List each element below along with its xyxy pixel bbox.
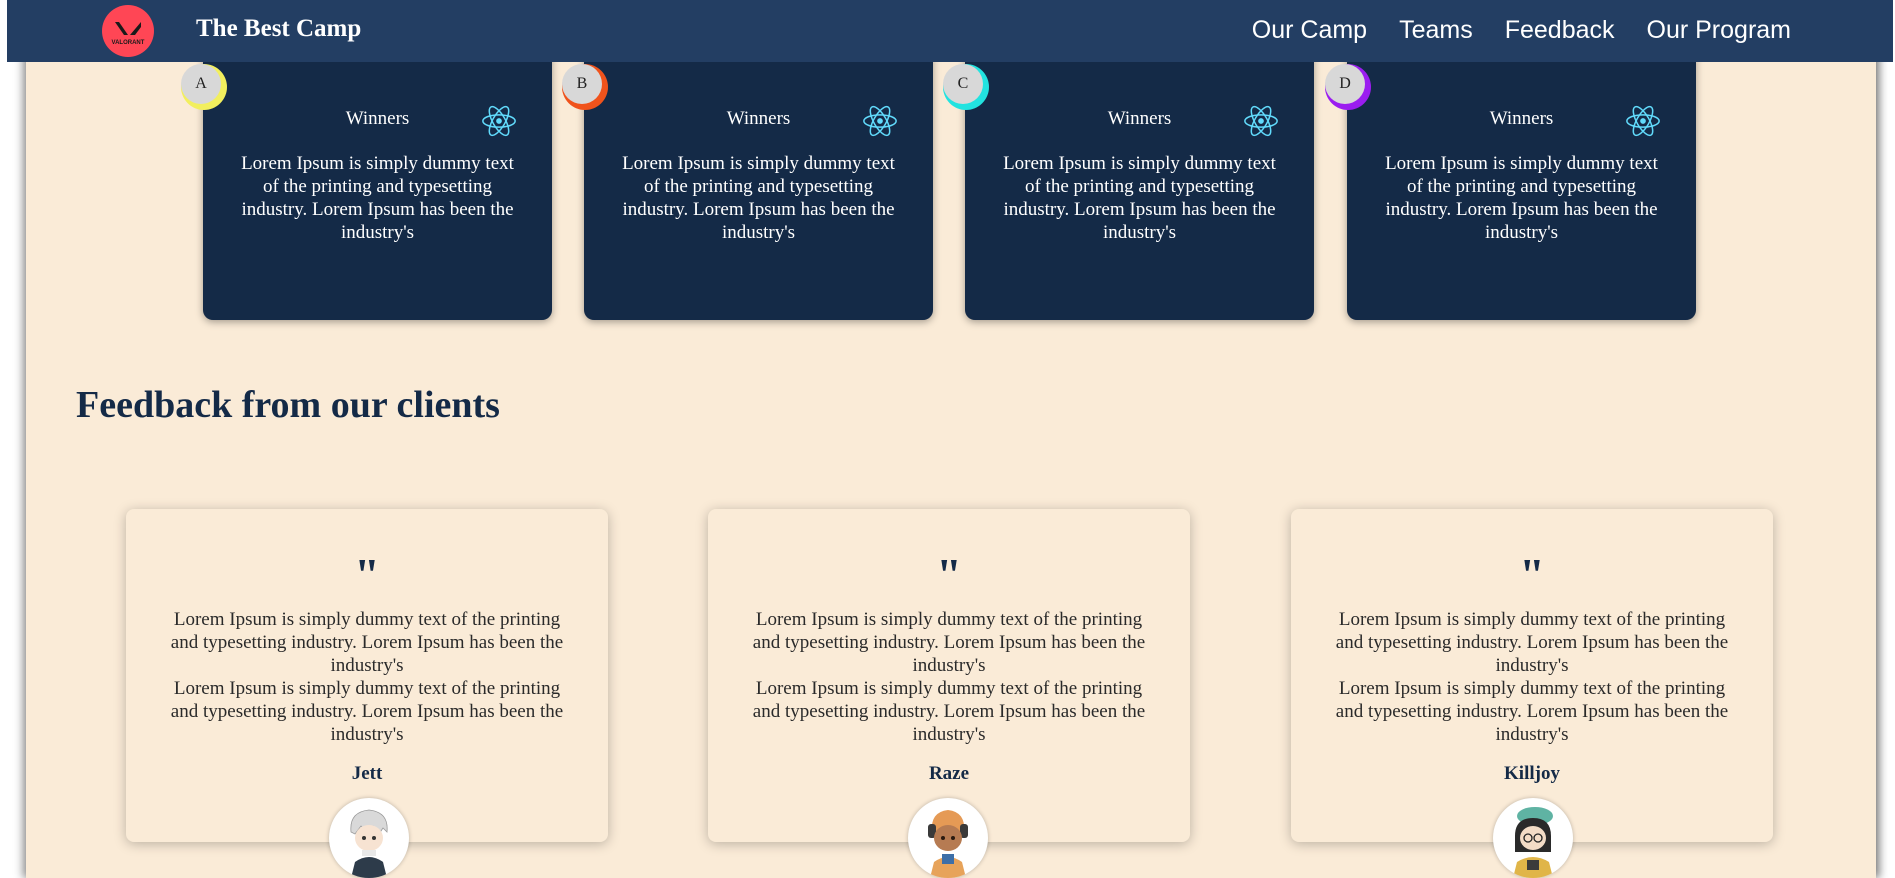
valorant-logo[interactable]: VALORANT [102,5,154,57]
team-card-a: A Winners Lorem Ipsum is simply dummy te… [181,52,552,320]
team-description: Lorem Ipsum is simply dummy text of the … [241,153,514,243]
team-badge: A [181,64,227,110]
team-badge-letter: A [181,64,221,104]
avatar-killjoy [1493,798,1573,878]
react-atom-icon [863,105,897,137]
nav-link-feedback[interactable]: Feedback [1505,16,1615,45]
feedback-section-title: Feedback from our clients [76,384,500,426]
quote-icon: " [1519,549,1545,600]
avatar-jett [329,798,409,878]
team-badge-letter: B [562,64,602,104]
team-badge: C [943,64,989,110]
client-name: Killjoy [1504,763,1560,784]
client-name: Jett [351,763,383,784]
react-atom-icon [1244,105,1278,137]
react-atom-icon [1626,105,1660,137]
team-description: Lorem Ipsum is simply dummy text of the … [1385,153,1658,243]
brand-title[interactable]: The Best Camp [196,15,361,43]
feedback-text: Lorem Ipsum is simply dummy text of the … [170,609,564,745]
quote-icon: " [354,549,380,600]
react-atom-icon [482,105,516,137]
quote-icon: " [936,549,962,600]
feedback-text: Lorem Ipsum is simply dummy text of the … [1335,609,1729,745]
team-badge-letter: D [1325,64,1365,104]
avatar-raze [908,798,988,878]
client-name: Raze [928,763,970,784]
team-badge-letter: C [943,64,983,104]
team-badge: D [1325,64,1371,110]
team-card-d: D Winners Lorem Ipsum is simply dummy te… [1325,52,1696,320]
team-badge: B [562,64,608,110]
nav-links: Our Camp Teams Feedback Our Program [1252,16,1791,45]
nav-link-teams[interactable]: Teams [1399,16,1473,45]
svg-text:VALORANT: VALORANT [112,40,145,46]
team-card-c: C Winners Lorem Ipsum is simply dummy te… [943,52,1314,320]
nav-link-our-camp[interactable]: Our Camp [1252,16,1367,45]
team-description: Lorem Ipsum is simply dummy text of the … [1003,153,1276,243]
team-card-b: B Winners Lorem Ipsum is simply dummy te… [562,52,933,320]
feedback-text: Lorem Ipsum is simply dummy text of the … [752,609,1146,745]
nav-link-our-program[interactable]: Our Program [1647,16,1791,45]
team-description: Lorem Ipsum is simply dummy text of the … [622,153,895,243]
navbar: VALORANT The Best Camp Our Camp Teams Fe… [7,0,1893,62]
